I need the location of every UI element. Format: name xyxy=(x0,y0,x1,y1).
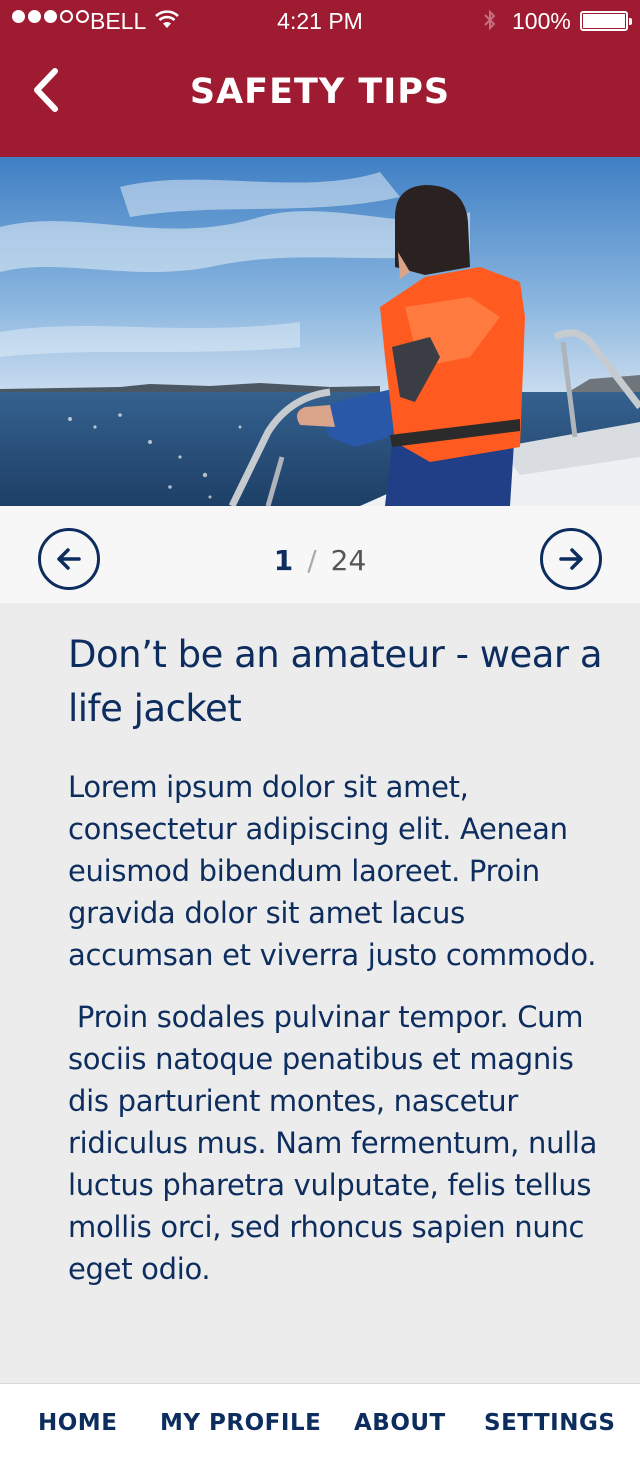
tip-paragraph: Lorem ipsum dolor sit amet, consectetur … xyxy=(68,770,597,972)
arrow-right-icon xyxy=(559,548,583,570)
current-page: 1 xyxy=(273,544,294,577)
total-pages: 24 xyxy=(330,544,367,577)
tab-my-profile[interactable]: MY PROFILE xyxy=(160,1410,321,1436)
page-separator: / xyxy=(307,544,317,577)
bluetooth-icon xyxy=(482,8,498,38)
tip-paragraph: Proin sodales pulvinar tempor. Cum socii… xyxy=(68,1000,607,1286)
bottom-tab-bar: HOME MY PROFILE ABOUT SETTINGS xyxy=(0,1383,640,1462)
tip-article: Don’t be an amateur - wear a life jacket… xyxy=(68,628,608,1290)
battery-percent: 100% xyxy=(512,8,571,34)
status-bar: BELL 4:21 PM 100% xyxy=(0,0,640,40)
app-header: BELL 4:21 PM 100% SAFETY TIPS xyxy=(0,0,640,157)
page-title: SAFETY TIPS xyxy=(189,72,451,112)
battery-icon xyxy=(580,11,632,31)
tab-home[interactable]: HOME xyxy=(38,1410,117,1436)
tab-about[interactable]: ABOUT xyxy=(354,1410,446,1436)
tip-pager: 1 / 24 xyxy=(0,506,640,603)
hero-image xyxy=(0,157,640,506)
tip-title: Don’t be an amateur - wear a life jacket xyxy=(68,633,603,730)
next-tip-button[interactable] xyxy=(540,528,602,590)
tab-settings[interactable]: SETTINGS xyxy=(484,1410,615,1436)
